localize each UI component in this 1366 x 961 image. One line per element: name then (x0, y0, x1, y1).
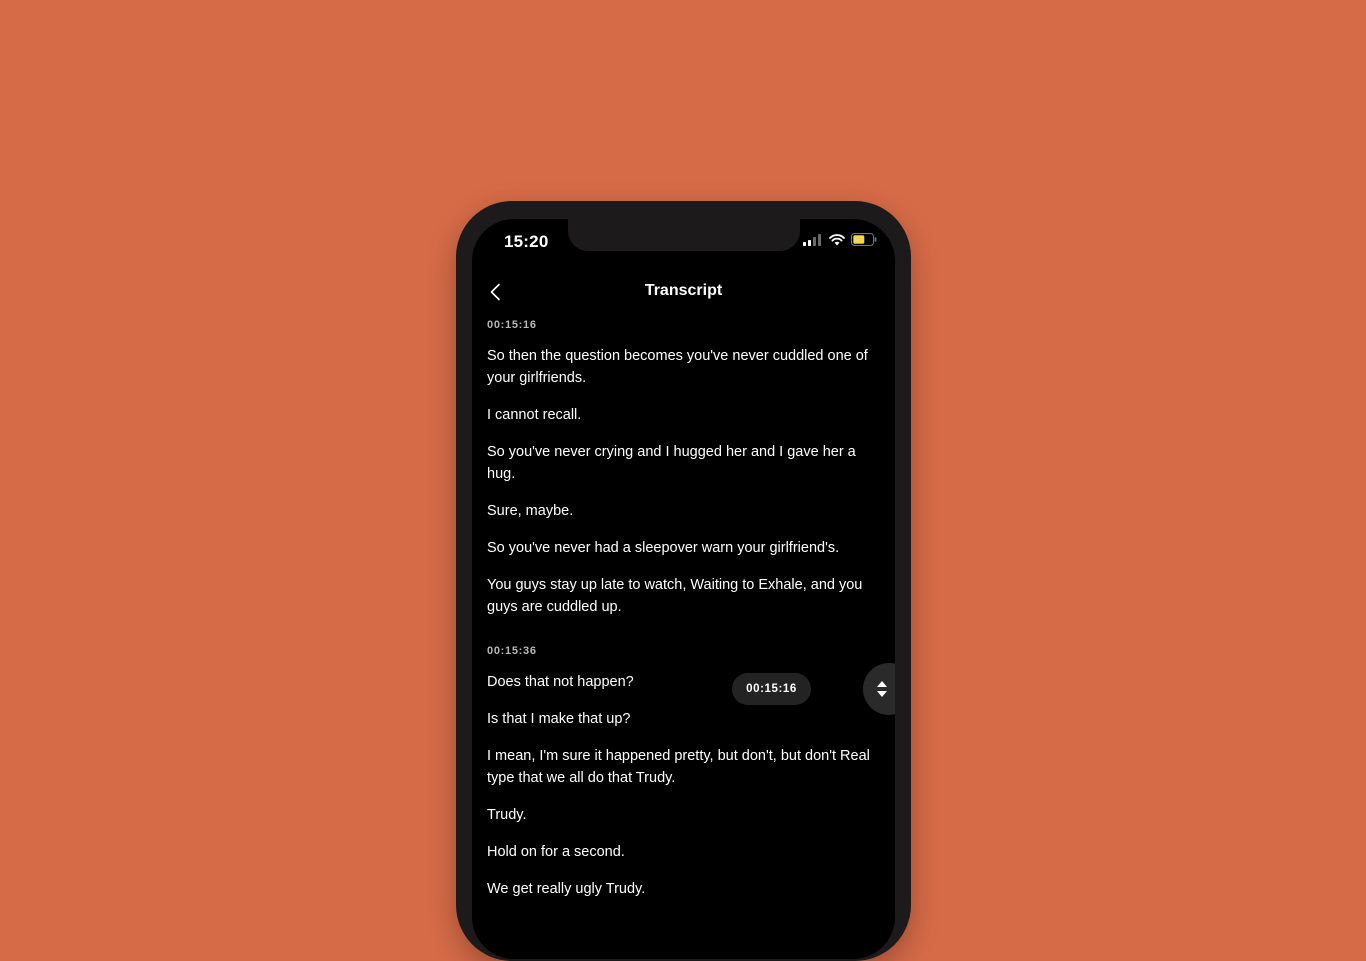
transcript-line[interactable]: So then the question becomes you've neve… (487, 345, 879, 389)
transcript-section: 00:15:36 Does that not happen? Is that I… (487, 645, 879, 900)
up-down-arrows-icon (877, 681, 887, 697)
cellular-signal-icon (803, 233, 823, 251)
page-title: Transcript (644, 282, 723, 299)
transcript-line[interactable]: Is that I make that up? (487, 708, 879, 730)
transcript-line[interactable]: We get really ugly Trudy. (487, 878, 879, 900)
section-timestamp[interactable]: 00:15:36 (487, 645, 879, 658)
transcript-line[interactable]: Hold on for a second. (487, 841, 879, 863)
phone-frame: 15:20 Transcript 00:15:16 So then the qu… (456, 201, 911, 961)
status-time: 15:20 (504, 232, 549, 251)
status-icons (803, 233, 877, 251)
transcript-line[interactable]: I cannot recall. (487, 404, 879, 426)
transcript-line[interactable]: Sure, maybe. (487, 500, 879, 522)
section-timestamp[interactable]: 00:15:16 (487, 319, 879, 332)
battery-icon (851, 233, 877, 251)
scrubber-time-pill: 00:15:16 (732, 673, 811, 705)
transcript-list: 00:15:16 So then the question becomes yo… (487, 319, 879, 915)
wifi-icon (829, 233, 845, 251)
transcript-section: 00:15:16 So then the question becomes yo… (487, 319, 879, 618)
transcript-line[interactable]: So you've never had a sleepover warn you… (487, 537, 879, 559)
transcript-line[interactable]: You guys stay up late to watch, Waiting … (487, 574, 879, 618)
transcript-line[interactable]: Trudy. (487, 804, 879, 826)
transcript-line[interactable]: Does that not happen? (487, 671, 879, 693)
transcript-line[interactable]: I mean, I'm sure it happened pretty, but… (487, 745, 879, 789)
transcript-line[interactable]: So you've never crying and I hugged her … (487, 441, 879, 485)
phone-screen: 15:20 Transcript 00:15:16 So then the qu… (472, 219, 895, 959)
phone-notch (568, 219, 800, 251)
